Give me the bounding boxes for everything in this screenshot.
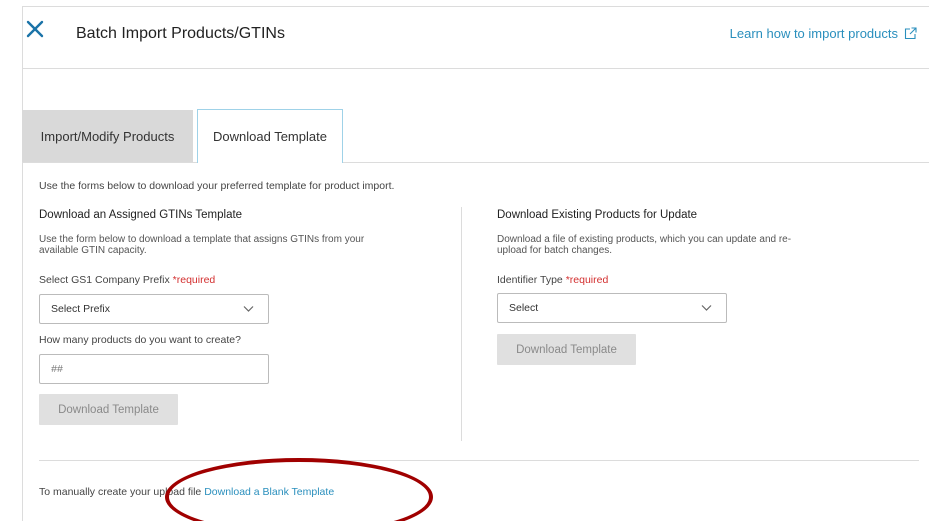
intro-text: Use the forms below to download your pre… — [39, 180, 395, 192]
dialog-frame — [22, 6, 929, 521]
tab-download-template[interactable]: Download Template — [197, 109, 343, 163]
assigned-description-line1: Use the form below to download a templat… — [39, 234, 365, 245]
prefix-label-text: Select GS1 Company Prefix — [39, 274, 170, 286]
tab-label: Download Template — [213, 129, 327, 144]
quantity-label: How many products do you want to create? — [39, 334, 241, 346]
footer-divider — [39, 460, 919, 461]
learn-link-label[interactable]: Learn how to import products — [730, 26, 898, 41]
prefix-select[interactable]: Select Prefix — [39, 294, 269, 324]
header-divider — [22, 68, 929, 69]
quantity-placeholder: ## — [51, 363, 63, 375]
footer-prefix-text: To manually create your upload file — [39, 486, 202, 498]
tab-panel-divider — [22, 162, 929, 163]
identifier-type-label: Identifier Type *required — [497, 274, 608, 286]
assigned-description-line2: available GTIN capacity. — [39, 245, 147, 256]
external-link-icon — [904, 27, 917, 40]
footer-text: To manually create your upload file Down… — [39, 486, 334, 498]
existing-description-line1: Download a file of existing products, wh… — [497, 234, 792, 245]
existing-download-template-button[interactable]: Download Template — [497, 334, 636, 365]
page-title: Batch Import Products/GTINs — [76, 25, 285, 42]
prefix-select-value: Select Prefix — [51, 303, 110, 315]
tab-label: Import/Modify Products — [40, 128, 175, 144]
chevron-down-icon — [701, 305, 712, 311]
existing-section-title: Download Existing Products for Update — [497, 209, 698, 221]
prefix-label: Select GS1 Company Prefix *required — [39, 274, 215, 286]
existing-description-line2: upload for batch changes. — [497, 245, 613, 256]
required-indicator: *required — [172, 274, 216, 286]
learn-link[interactable]: Learn how to import products — [730, 26, 917, 41]
chevron-down-icon — [243, 306, 254, 312]
identifier-type-select-value: Select — [509, 302, 539, 314]
tab-import-modify-products[interactable]: Import/Modify Products — [22, 110, 193, 162]
column-divider — [461, 207, 462, 441]
identifier-type-label-text: Identifier Type — [497, 274, 563, 286]
download-blank-template-link[interactable]: Download a Blank Template — [204, 486, 334, 498]
close-icon[interactable] — [26, 20, 44, 38]
required-indicator: *required — [565, 274, 609, 286]
quantity-input[interactable]: ## — [39, 354, 269, 384]
assigned-download-template-button[interactable]: Download Template — [39, 394, 178, 425]
identifier-type-select[interactable]: Select — [497, 293, 727, 323]
assigned-section-title: Download an Assigned GTINs Template — [39, 209, 243, 221]
